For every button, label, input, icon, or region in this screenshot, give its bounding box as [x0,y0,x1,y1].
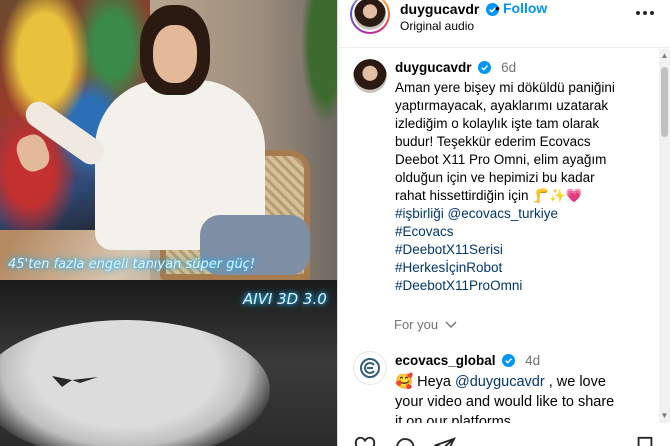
caption-timestamp[interactable]: 6d [501,60,516,75]
reply-text-start: Heya [417,374,455,390]
post-media[interactable]: 45'ten fazla engeli tanıyan süper güç! A… [0,0,337,446]
scroll-down-arrow[interactable]: ▼ [660,411,669,420]
hashtag-link[interactable]: #işbirliği [395,206,444,221]
caption-text: Aman yere bişey mi döküldü paniğini yapt… [395,80,615,203]
plant [297,0,337,140]
scroll-thumb[interactable] [661,67,668,137]
heart-icon[interactable] [354,436,376,446]
hashtag-link[interactable]: #DeebotX11ProOmni [395,277,625,295]
post-side-panel: duygucavdr • Follow Original audio duygu… [337,0,670,446]
mention-link[interactable]: @duygucavdr [455,374,545,390]
comment-icon[interactable] [394,436,416,446]
reply-username[interactable]: ecovacs_global [395,353,496,368]
video-caption-top: 45'ten fazla engeli tanıyan süper güç! [8,257,256,272]
caption-username[interactable]: duygucavdr [395,60,472,75]
post-header: duygucavdr • Follow Original audio [338,0,670,48]
ecovacs-avatar[interactable] [353,351,387,385]
hashtag-link[interactable]: #Ecovacs [395,223,625,241]
author-username-text[interactable]: duygucavdr [400,1,479,17]
mention-link[interactable]: @ecovacs_turkiye [448,206,559,221]
reply-timestamp[interactable]: 4d [525,353,540,368]
ecovacs-logo-icon [360,358,380,378]
for-you-label[interactable]: For you [394,317,438,332]
video-frame-woman [0,0,337,280]
robot-logo-mark [52,376,98,387]
caption-comment: duygucavdr 6d Aman yere bişey mi döküldü… [395,59,625,295]
reply-comment: ecovacs_global 4d 🥰 Heya @duygucavdr , w… [395,352,625,423]
scroll-up-arrow[interactable]: ▲ [660,51,669,60]
share-icon[interactable] [434,436,456,446]
chevron-down-icon [445,321,457,328]
hashtag-link[interactable]: #HerkesİçinRobot [395,259,625,277]
comments-list[interactable]: duygucavdr 6d Aman yere bişey mi döküldü… [338,49,660,423]
verified-icon [502,354,516,367]
more-options-icon[interactable] [635,10,655,16]
header-separator: • [495,0,500,16]
verified-icon [478,61,492,74]
hashtag-link[interactable]: #DeebotX11Serisi [395,241,625,259]
audio-label[interactable]: Original audio [400,19,474,33]
follow-button[interactable]: Follow [503,0,547,16]
video-caption-bottom: AIVI 3D 3.0 [243,290,327,308]
author-username[interactable]: duygucavdr [400,1,500,17]
action-bar [338,432,670,446]
reply-emoji: 🥰 [395,374,414,390]
comments-scrollbar[interactable]: ▲ ▼ [659,49,670,423]
avatar-image [353,59,387,93]
bookmark-icon[interactable] [634,436,656,446]
avatar-image [354,0,386,30]
for-you-toggle[interactable]: For you [394,317,457,332]
person-face [153,25,197,83]
author-avatar[interactable] [350,0,390,34]
caption-author-avatar[interactable] [353,59,387,93]
